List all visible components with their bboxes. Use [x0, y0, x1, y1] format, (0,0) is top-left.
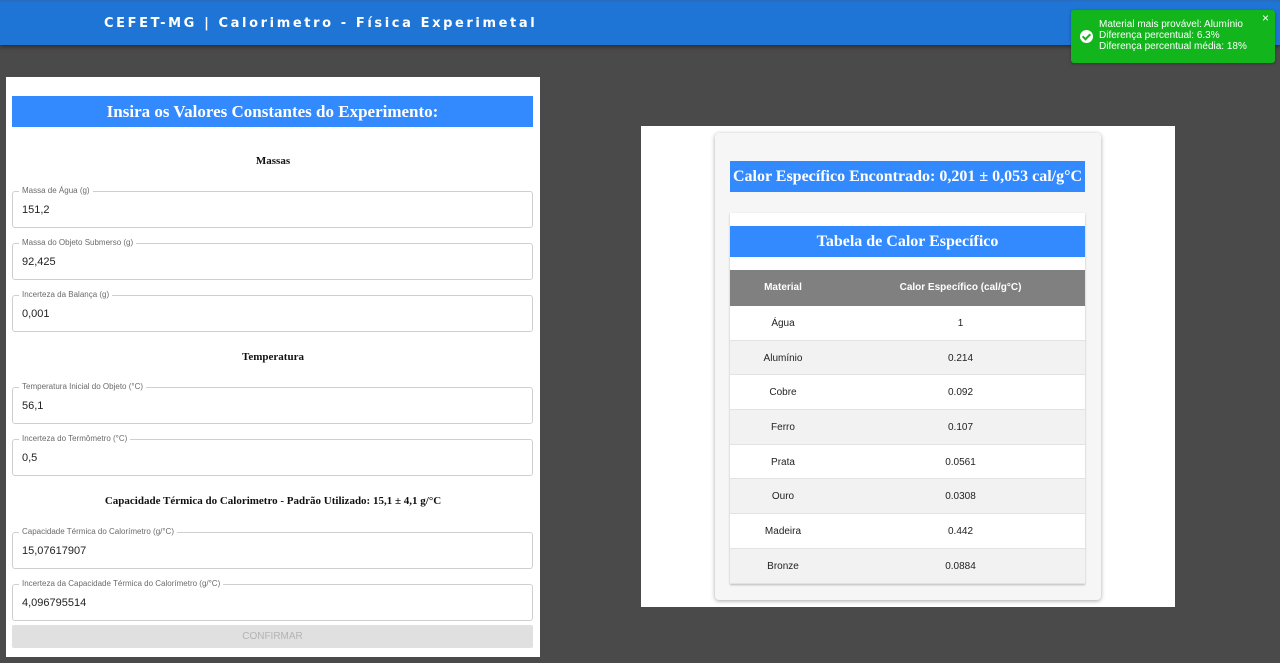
specific-heat-table: Tabela de Calor Específico Material Calo… [730, 213, 1085, 584]
table-body: Água 1 Alumínio 0.214 Cobre 0.092 Ferro … [730, 306, 1085, 584]
section-capacidade: Capacidade Térmica do Calorimetro - Padr… [104, 495, 442, 507]
app-title: CEFET-MG | Calorimetro - Física Experime… [104, 16, 538, 31]
close-icon[interactable]: × [1262, 12, 1269, 24]
column-header-material: Material [764, 282, 802, 293]
cell-specific-heat: 0.0561 [945, 456, 976, 468]
cell-specific-heat: 0.107 [947, 422, 974, 434]
table-row: Bronze 0.0884 [730, 548, 1085, 584]
form-title: Insira os Valores Constantes do Experime… [12, 96, 533, 127]
field-label: Massa de Água (g) [19, 186, 93, 196]
table-title: Tabela de Calor Específico [730, 226, 1085, 257]
column-header-specific-heat: Calor Específico (cal/g°C) [899, 282, 1022, 293]
field-value[interactable]: 0,5 [22, 452, 37, 464]
table-row: Cobre 0.092 [730, 375, 1085, 411]
toast-line-avg-diff: Diferença percentual média: 18% [1099, 41, 1247, 52]
field-value[interactable]: 92,425 [22, 256, 56, 268]
section-massas: Massas [255, 155, 291, 167]
table-header: Material Calor Específico (cal/g°C) [730, 270, 1085, 306]
cell-specific-heat: 0.442 [947, 526, 974, 538]
cell-material: Madeira [764, 526, 802, 538]
cell-specific-heat: 1 [957, 318, 964, 329]
confirm-button[interactable]: CONFIRMAR [12, 625, 533, 648]
cell-material: Prata [771, 456, 795, 468]
toast-line-material: Material mais provável: Alumínio [1099, 19, 1243, 30]
cell-material: Ferro [771, 422, 795, 434]
constants-form-panel: Insira os Valores Constantes do Experime… [6, 77, 540, 657]
results-panel: Calor Específico Encontrado: 0,201 ± 0,0… [641, 126, 1175, 607]
field-label: Capacidade Térmica do Calorímetro (g/°C) [19, 527, 177, 537]
field-value[interactable]: 15,07617907 [22, 545, 86, 557]
table-row: Ferro 0.107 [730, 410, 1085, 445]
field-value[interactable]: 56,1 [22, 400, 43, 412]
cell-material: Cobre [769, 387, 797, 399]
heat-capacity-field[interactable]: Capacidade Térmica do Calorímetro (g/°C)… [12, 527, 533, 569]
cell-material: Ouro [771, 491, 795, 503]
cell-specific-heat: 0.0884 [945, 560, 976, 572]
initial-temperature-field[interactable]: Temperatura Inicial do Objeto (°C) 56,1 [12, 382, 533, 424]
section-temperatura: Temperatura [242, 351, 304, 363]
field-value[interactable]: 0,001 [22, 308, 50, 320]
cell-material: Alumínio [763, 352, 803, 364]
field-label: Incerteza da Balança (g) [19, 290, 113, 300]
check-circle-icon [1080, 30, 1093, 43]
agua-mass-field[interactable]: Massa de Água (g) 151,2 [12, 186, 533, 228]
field-label: Incerteza do Termômetro (°C) [19, 434, 131, 444]
toast-line-diff: Diferença percentual: 6.3% [1099, 30, 1220, 41]
field-value[interactable]: 4,096795514 [22, 597, 86, 609]
results-card: Calor Específico Encontrado: 0,201 ± 0,0… [715, 133, 1101, 600]
table-row: Água 1 [730, 306, 1085, 341]
field-label: Massa do Objeto Submerso (g) [19, 238, 137, 248]
cell-specific-heat: 0.092 [947, 387, 974, 399]
field-label: Incerteza da Capacidade Térmica do Calor… [19, 579, 224, 589]
cell-specific-heat: 0.0308 [945, 491, 976, 503]
table-row: Prata 0.0561 [730, 445, 1085, 480]
object-mass-field[interactable]: Massa do Objeto Submerso (g) 92,425 [12, 238, 533, 280]
heat-capacity-uncertainty-field[interactable]: Incerteza da Capacidade Térmica do Calor… [12, 579, 533, 621]
field-value[interactable]: 151,2 [22, 204, 50, 216]
table-row: Ouro 0.0308 [730, 479, 1085, 515]
table-row: Madeira 0.442 [730, 514, 1085, 549]
table-row: Alumínio 0.214 [730, 340, 1085, 376]
cell-material: Bronze [767, 560, 799, 572]
specific-heat-result: Calor Específico Encontrado: 0,201 ± 0,0… [730, 161, 1085, 192]
field-label: Temperatura Inicial do Objeto (°C) [19, 382, 147, 392]
cell-material: Água [771, 318, 795, 329]
cell-specific-heat: 0.214 [947, 352, 974, 364]
thermometer-uncertainty-field[interactable]: Incerteza do Termômetro (°C) 0,5 [12, 434, 533, 476]
notification-toast: × Material mais provável: Alumínio Difer… [1071, 10, 1275, 63]
balance-uncertainty-field[interactable]: Incerteza da Balança (g) 0,001 [12, 290, 533, 332]
